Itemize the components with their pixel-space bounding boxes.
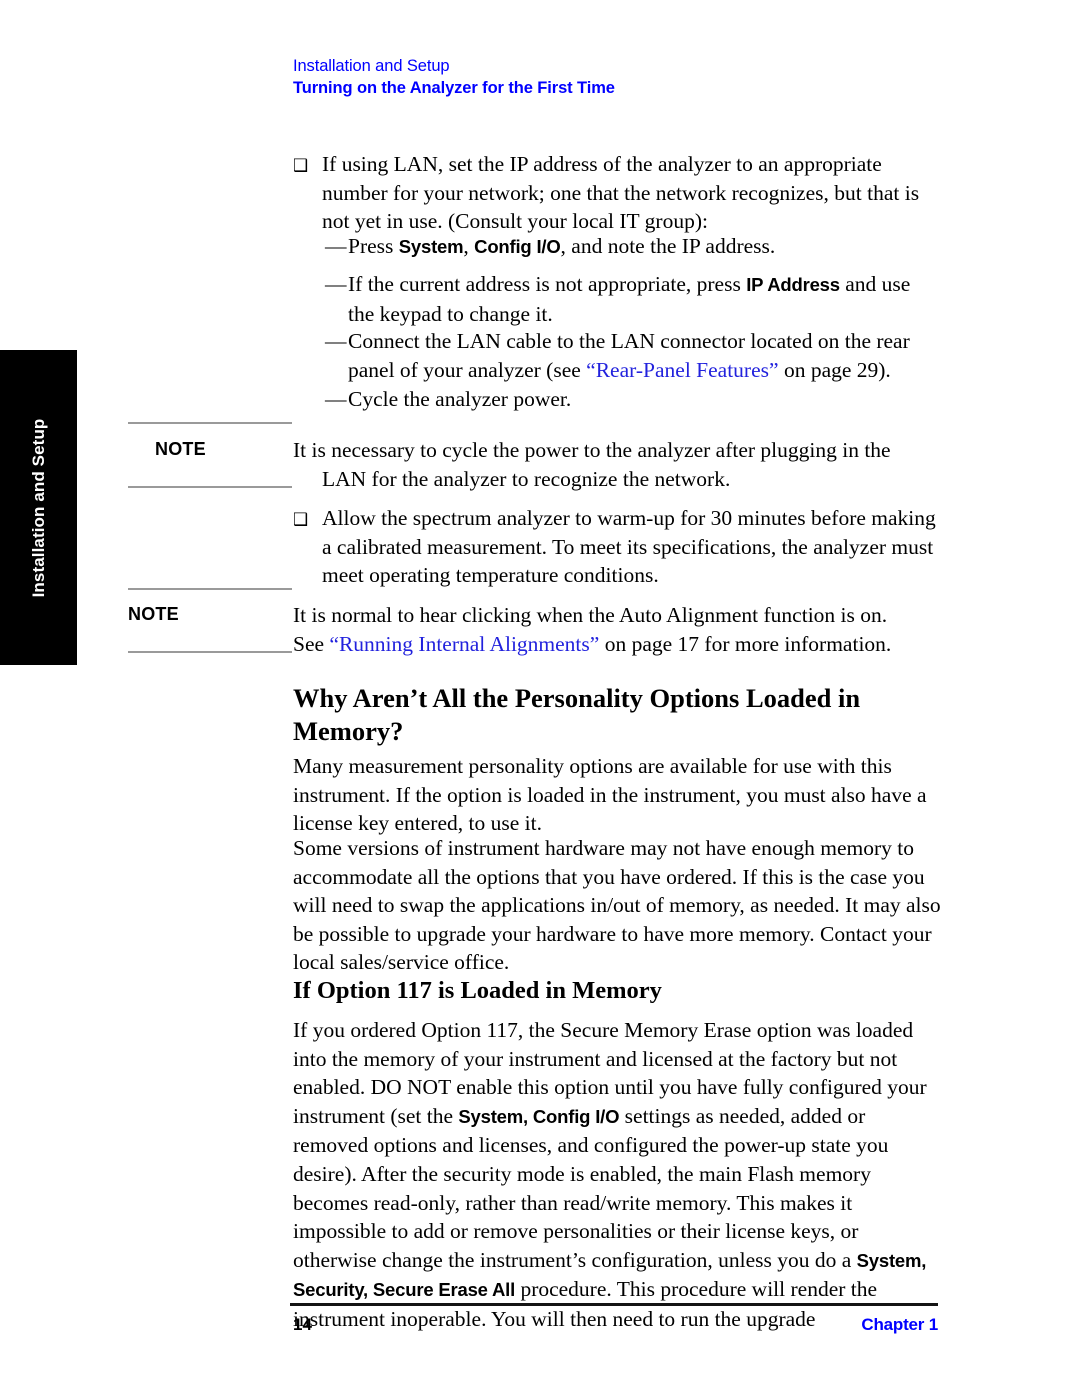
cross-reference-rear-panel-features[interactable]: “Rear-Panel Features”: [586, 358, 778, 382]
list-item-press-system: — Press System, Config I/O, and note the…: [325, 232, 939, 262]
edge-tab: Installation and Setup: [0, 350, 77, 665]
edge-tab-label: Installation and Setup: [28, 418, 48, 597]
list-item-warmup: ❑ Allow the spectrum analyzer to warm-up…: [293, 504, 938, 590]
note-label: NOTE: [128, 604, 179, 624]
note-bottom-rule: [128, 651, 292, 653]
list-item-text: If the current address is not appropriat…: [348, 270, 939, 328]
note-text: It is normal to hear clicking when the A…: [293, 601, 941, 658]
footer-page-number: 14: [293, 1315, 312, 1334]
footer-chapter-label: Chapter 1: [861, 1315, 938, 1334]
list-item-text: Cycle the analyzer power.: [348, 387, 572, 411]
softkey-config-io: Config I/O: [474, 236, 561, 257]
heading-personality-options: Why Aren’t All the Personality Options L…: [293, 683, 861, 746]
paragraph-personality-1: Many measurement personality options are…: [293, 754, 927, 836]
header-chapter-title: Installation and Setup: [293, 57, 450, 75]
running-header: Installation and Setup Turning on the An…: [293, 56, 943, 100]
heading-option-117: If Option 117 is Loaded in Memory: [293, 977, 662, 1004]
em-dash-marker: —: [325, 234, 347, 258]
footer-rule: [290, 1303, 938, 1306]
list-item-text: If using LAN, set the IP address of the …: [322, 152, 920, 234]
text-pre: If the current address is not appropriat…: [348, 272, 747, 296]
list-item-ip-address: — If the current address is not appropri…: [325, 270, 939, 328]
text-mid: ,: [463, 234, 475, 258]
note-line-2-pre: See: [293, 631, 330, 656]
text-post: on page 29).: [778, 357, 891, 382]
header-section-title: Turning on the Analyzer for the First Ti…: [293, 79, 615, 97]
paragraph-option-117: If you ordered Option 117, the Secure Me…: [293, 1016, 941, 1334]
softkey-ip-address: IP Address: [746, 274, 840, 295]
list-item-connect-lan-cable: — Connect the LAN cable to the LAN conne…: [325, 327, 939, 384]
list-item-lan-setup: ❑ If using LAN, set the IP address of th…: [293, 150, 938, 236]
note-line-1: It is normal to hear clicking when the A…: [293, 603, 888, 627]
cross-reference-running-internal-alignments[interactable]: “Running Internal Alignments”: [329, 632, 599, 656]
text-post: , and note the IP address.: [560, 234, 776, 258]
list-item-text: Press System, Config I/O, and note the I…: [348, 232, 939, 262]
list-item-text: Connect the LAN cable to the LAN connect…: [348, 327, 939, 384]
note-line-1: It is necessary to cycle the power to th…: [293, 438, 891, 462]
list-item-cycle-power: — Cycle the analyzer power.: [325, 385, 939, 414]
square-bullet-icon: ❑: [293, 156, 309, 176]
note-label: NOTE: [155, 439, 206, 459]
text-part-2: settings as needed, added or removed opt…: [293, 1103, 889, 1272]
text-pre: Press: [348, 234, 399, 258]
list-item-text: Allow the spectrum analyzer to warm-up f…: [322, 506, 936, 588]
softkey-system-config-io: System, Config I/O: [458, 1105, 620, 1127]
em-dash-marker: —: [325, 272, 347, 296]
square-bullet-icon: ❑: [293, 510, 309, 530]
softkey-system: System: [398, 236, 464, 257]
note-top-rule: [128, 588, 292, 590]
note-bottom-rule: [128, 486, 292, 488]
note-line-2: LAN for the analyzer to recognize the ne…: [322, 466, 731, 491]
note-line-2-post: on page 17 for more information.: [599, 631, 892, 656]
em-dash-marker: —: [325, 329, 347, 353]
em-dash-marker: —: [325, 387, 347, 411]
note-text: It is necessary to cycle the power to th…: [293, 436, 941, 493]
document-page: Installation and Setup Turning on the An…: [0, 0, 1080, 1397]
paragraph-personality-2: Some versions of instrument hardware may…: [293, 836, 941, 975]
note-top-rule: [128, 422, 292, 424]
